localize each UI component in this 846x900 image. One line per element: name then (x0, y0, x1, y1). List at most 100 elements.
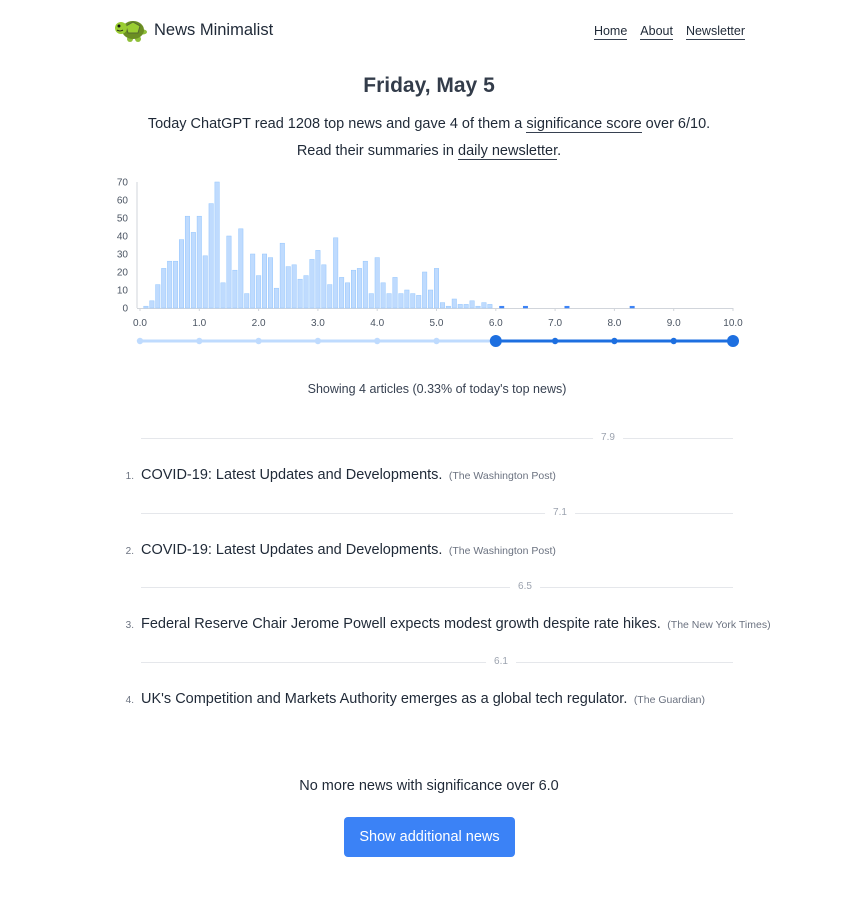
histogram-bar (149, 300, 155, 309)
x-tick-label: 4.0 (370, 318, 384, 329)
x-tick-label: 8.0 (607, 318, 621, 329)
daily-newsletter-link[interactable]: daily newsletter (458, 143, 558, 160)
histogram-bar (416, 295, 422, 309)
nav-home-link[interactable]: Home (593, 24, 628, 40)
x-tick-label: 5.0 (430, 318, 444, 329)
x-tick-label: 0.0 (133, 318, 147, 329)
y-tick-label: 30 (117, 250, 129, 261)
slider-step-dot[interactable] (433, 337, 440, 345)
histogram-bar (487, 304, 493, 309)
page-date: Friday, May 5 (363, 74, 495, 97)
slider-step-dot[interactable] (255, 337, 262, 345)
histogram-bar (345, 282, 351, 309)
divider-line (141, 662, 733, 663)
turtle-icon[interactable] (114, 14, 148, 44)
histogram-bar (285, 266, 291, 309)
intro-text: Today ChatGPT read 1208 top news and gav… (147, 116, 527, 132)
histogram-bar (315, 250, 321, 309)
histogram-bar (451, 298, 457, 309)
y-tick-label: 10 (117, 286, 129, 297)
score-divider: 7.1 (141, 506, 733, 520)
article-number: 3. (125, 620, 134, 631)
score-label: 6.1 (486, 655, 516, 669)
histogram-bar (374, 257, 380, 309)
histogram-bar (321, 264, 327, 309)
histogram-bar (434, 268, 439, 309)
intro-line-2: Read their summaries in daily newsletter… (0, 143, 846, 160)
histogram-bar (179, 239, 184, 309)
article-item: 3. Federal Reserve Chair Jerome Powell ex… (118, 615, 778, 633)
no-more-news-text: No more news with significance over 6.0 (299, 778, 559, 794)
x-tick-label: 2.0 (252, 318, 266, 329)
article-number: 2. (125, 546, 134, 557)
histogram-bar (327, 284, 333, 309)
histogram-bar (279, 242, 285, 309)
article-item: 2. COVID-19: Latest Updates and Developme… (118, 541, 778, 559)
top-nav: Home About Newsletter (593, 24, 745, 40)
histogram-bar (173, 260, 179, 309)
histogram-bar (398, 293, 404, 309)
histogram-bar (297, 278, 303, 309)
x-tick-label: 3.0 (311, 318, 325, 329)
slider-step-dot[interactable] (136, 337, 144, 345)
score-label: 7.9 (593, 431, 623, 445)
score-divider: 6.5 (141, 580, 733, 594)
nav-newsletter-link[interactable]: Newsletter (685, 24, 745, 40)
histogram-bar (267, 257, 273, 309)
article-title-link[interactable]: UK's Competition and Markets Authority e… (141, 691, 627, 707)
histogram-bar (463, 304, 469, 309)
x-tick-label: 7.0 (548, 318, 562, 329)
slider-handle-min[interactable] (489, 335, 502, 347)
histogram-bar (475, 305, 481, 309)
score-divider: 7.9 (141, 431, 733, 445)
slider-step-dot[interactable] (670, 337, 677, 345)
histogram-bar (167, 260, 173, 309)
intro-text: over 6/10. (641, 116, 711, 132)
slider-step-dot[interactable] (374, 337, 381, 345)
y-tick-label: 0 (122, 304, 128, 315)
histogram-bar (238, 228, 244, 309)
brand-name[interactable]: News Minimalist (154, 21, 273, 40)
y-tick-label: 50 (117, 214, 129, 225)
article-number: 4. (125, 695, 134, 706)
slider-step-dot[interactable] (196, 337, 203, 345)
histogram-bar (202, 255, 208, 309)
histogram-bar (143, 305, 149, 309)
significance-score-link[interactable]: significance score (526, 116, 642, 133)
intro-text: Read their summaries in (296, 143, 458, 159)
divider-line (141, 587, 733, 588)
score-label: 6.5 (510, 580, 540, 594)
histogram-bar (457, 304, 463, 309)
article-source: (The Washington Post) (448, 545, 556, 557)
histogram-bar (339, 277, 345, 309)
nav-about-link[interactable]: About (640, 24, 673, 40)
histogram-bar (244, 293, 250, 309)
x-tick-label: 9.0 (667, 318, 681, 329)
histogram-bar (256, 275, 262, 309)
slider-step-dot[interactable] (314, 337, 322, 345)
article-title-link[interactable]: Federal Reserve Chair Jerome Powell expe… (141, 616, 661, 632)
slider-handle-max[interactable] (727, 335, 739, 347)
histogram-bar (356, 268, 362, 309)
article-title-link[interactable]: COVID-19: Latest Updates and Development… (141, 542, 442, 558)
histogram-bar (155, 284, 161, 309)
histogram-bar (481, 302, 487, 309)
showing-count: Showing 4 articles (0.33% of today's top… (307, 382, 567, 396)
histogram-bar (214, 181, 220, 309)
histogram-bar (303, 275, 309, 309)
histogram-bar (564, 305, 570, 309)
histogram-bar (368, 293, 374, 309)
show-additional-news-button[interactable]: Show additional news (344, 817, 515, 857)
histogram-bar (428, 289, 434, 309)
slider-step-dot[interactable] (611, 337, 618, 345)
x-tick-label: 6.0 (489, 318, 503, 329)
intro-text: . (557, 143, 562, 159)
slider-step-dot[interactable] (551, 337, 559, 345)
header: News Minimalist Home About Newsletter (0, 0, 846, 60)
histogram-bar (273, 287, 279, 309)
article-title-link[interactable]: COVID-19: Latest Updates and Development… (141, 467, 442, 483)
y-tick-label: 20 (117, 268, 129, 279)
significance-histogram: 0 10 20 30 40 50 60 70 0.0 1.0 2.0 3.0 4.0 5.0 6.0 7.0 8… (117, 178, 743, 347)
histogram-bar (380, 282, 386, 309)
y-tick-label: 70 (117, 178, 129, 189)
